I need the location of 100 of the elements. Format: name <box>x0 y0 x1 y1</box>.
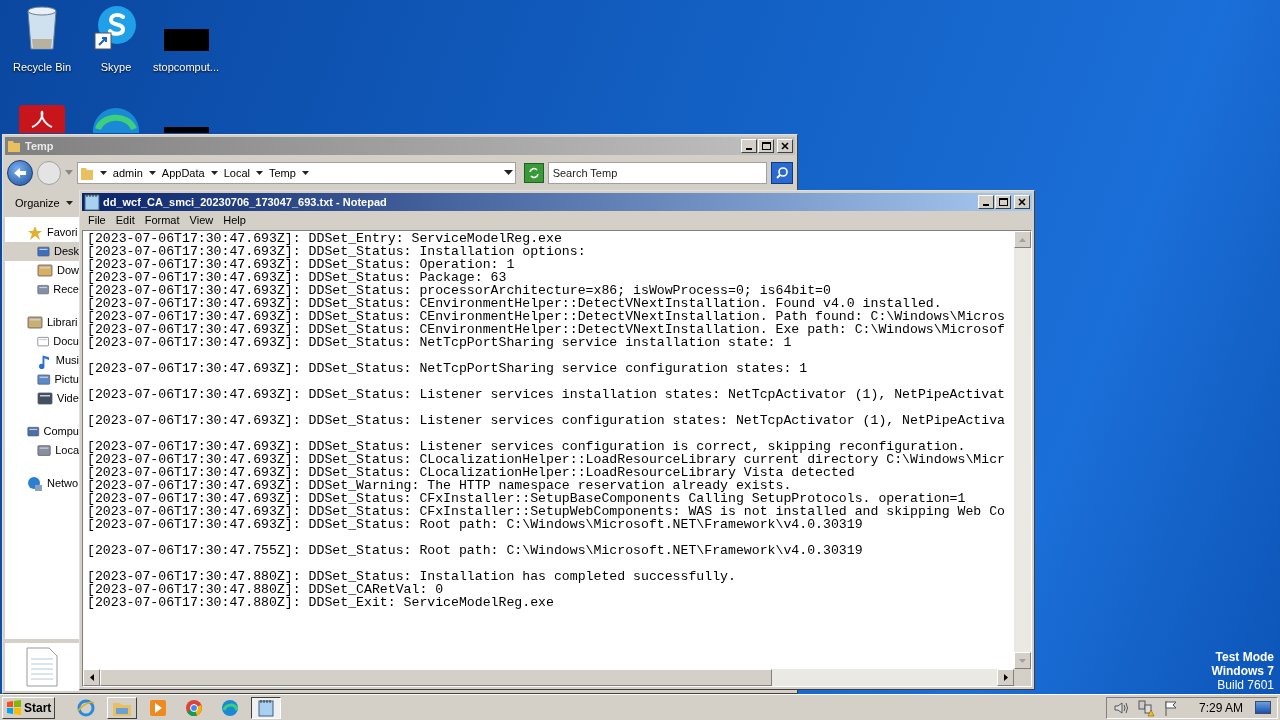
minimize-icon <box>983 204 989 206</box>
resize-grip[interactable] <box>1014 669 1031 686</box>
test-mode-text: Build 7601 <box>1217 678 1274 692</box>
dropdown-caret-icon[interactable] <box>503 170 513 176</box>
nav-group-item[interactable]: Librari <box>5 313 79 332</box>
show-desktop-button[interactable] <box>1255 701 1271 714</box>
menu-item[interactable]: Format <box>140 212 184 229</box>
nav-item[interactable]: Rece <box>5 280 79 299</box>
caret-icon[interactable] <box>255 170 263 176</box>
log-line: [2023-07-06T17:30:47.693Z]: DDSet_Status: CEnvironmentHelper::DetectVNextInstallation. Path found: C:\Windows\Micros <box>87 310 1006 323</box>
desktop-icon[interactable]: stopcomput... <box>150 5 222 75</box>
log-line: [2023-07-06T17:30:47.693Z]: DDSet_Status: Listener services installation states: NetTcpActivator (1), NetPipeActivat <box>87 388 1006 401</box>
log-line: [2023-07-06T17:30:47.693Z]: DDSet_Status: Listener services configuration states: NetTcpActivator (1), NetPipeActiva <box>87 414 1006 427</box>
speaker-icon[interactable] <box>1112 699 1129 716</box>
close-button[interactable] <box>1014 195 1030 209</box>
notepad-icon <box>258 698 275 717</box>
chrome-icon <box>185 698 204 717</box>
nav-group-item[interactable]: Compu <box>5 422 79 441</box>
log-line: [2023-07-06T17:30:47.693Z]: DDSet_Status: Listener services configuration is correct, skipping reconfiguration. <box>87 440 966 453</box>
caret-icon[interactable] <box>148 170 156 176</box>
log-line: [2023-07-06T17:30:47.693Z]: DDSet_Warning: The HTTP namespace reservation already exists. <box>87 479 793 492</box>
notepad-icon <box>84 193 100 211</box>
caret-icon[interactable] <box>99 170 107 176</box>
refresh-button[interactable] <box>523 163 544 183</box>
caret-icon[interactable] <box>301 170 309 176</box>
down-arrow-icon <box>1019 658 1026 663</box>
organize-menu[interactable]: Organize <box>15 194 73 212</box>
film-icon <box>37 390 53 407</box>
left-arrow-icon <box>89 674 94 681</box>
log-line: [2023-07-06T17:30:47.693Z]: DDSet_Status: Operation: 1 <box>87 258 516 271</box>
desktop-icon[interactable]: Recycle Bin <box>6 5 78 75</box>
left-arrow-icon <box>12 167 27 179</box>
maximize-button[interactable] <box>995 195 1011 209</box>
breadcrumb-item[interactable]: Temp <box>268 164 296 182</box>
close-button[interactable] <box>777 139 793 153</box>
thumbnail-icon <box>163 29 209 51</box>
minimize-button[interactable] <box>741 139 757 153</box>
recycle-bin-icon <box>24 5 60 51</box>
caret-icon[interactable] <box>210 170 218 176</box>
media-player-icon <box>149 698 168 717</box>
nav-item[interactable]: Vide <box>5 389 79 408</box>
log-line: [2023-07-06T17:30:47.693Z]: DDSet_Status: Root path: C:\Windows\Microsoft.NET\Framework\v4.0.30319 <box>87 518 864 531</box>
nav-group-item[interactable]: Favori <box>5 223 79 242</box>
nav-group-item[interactable]: Netwo <box>5 474 79 493</box>
start-button[interactable]: Start <box>2 696 56 719</box>
menu-item[interactable]: Edit <box>111 212 139 229</box>
log-line: [2023-07-06T17:30:47.755Z]: DDSet_Status: Root path: C:\Windows\Microsoft.NET\Framework\v4.0.30319 <box>87 544 864 557</box>
nav-item[interactable]: Musi <box>5 351 79 370</box>
nav-item[interactable]: Dow <box>5 261 79 280</box>
minimize-button[interactable] <box>978 195 994 209</box>
pdf-icon <box>19 105 65 133</box>
nav-item[interactable]: Desk <box>5 242 79 261</box>
edge-icon <box>221 698 240 717</box>
network-warning-icon[interactable] <box>1136 698 1155 717</box>
log-line: [2023-07-06T17:30:47.693Z]: DDSet_Status: CEnvironmentHelper::DetectVNextInstallation. Exe path: C:\Windows\Microsof <box>87 323 1006 336</box>
search-button[interactable] <box>771 162 793 184</box>
maximize-icon <box>998 198 1008 206</box>
log-line: [2023-07-06T17:30:47.880Z]: DDSet_Status: Installation has completed successfully. <box>87 570 737 583</box>
menu-item[interactable]: View <box>185 212 218 229</box>
desktop-icon[interactable]: Skype <box>80 5 152 75</box>
test-mode-text: Windows 7 <box>1211 664 1274 678</box>
flag-icon[interactable] <box>1162 699 1179 716</box>
nav-item[interactable]: Pictu <box>5 370 79 389</box>
log-line: [2023-07-06T17:30:47.693Z]: DDSet_Status: NetTcpPortSharing service installation state: 1 <box>87 336 793 349</box>
vertical-scrollbar[interactable] <box>1014 231 1031 669</box>
back-button[interactable] <box>7 160 33 186</box>
monitor-icon <box>37 243 50 260</box>
caret-icon <box>65 200 73 206</box>
scroll-right-button[interactable] <box>997 669 1014 686</box>
minimize-icon <box>746 148 752 150</box>
breadcrumb-item[interactable]: admin <box>112 164 143 182</box>
nav-item[interactable]: Loca <box>5 441 79 460</box>
scroll-down-button[interactable] <box>1014 652 1031 669</box>
menu-item[interactable]: File <box>84 212 110 229</box>
right-arrow-icon <box>1003 674 1008 681</box>
log-line: [2023-07-06T17:30:47.693Z]: DDSet_Status: CLocalizationHelper::LoadResourceLibrary current directory C:\Windows\Micr <box>87 453 1006 466</box>
skype-icon <box>93 5 139 51</box>
log-line: [2023-07-06T17:30:47.693Z]: DDSet_Status: NetTcpPortSharing service configuration states: 1 <box>87 362 809 375</box>
window-title: dd_wcf_CA_smci_20230706_173047_693.txt - Notepad <box>103 194 387 210</box>
maximize-button[interactable] <box>758 139 774 153</box>
menu-item[interactable]: Help <box>219 212 250 229</box>
search-field[interactable]: Search Temp <box>547 162 768 184</box>
address-bar[interactable]: admin AppData Local Temp <box>76 162 516 184</box>
downloads-folder-icon <box>37 262 53 279</box>
log-line: [2023-07-06T17:30:47.693Z]: DDSet_Status: CLocalizationHelper::LoadResourceLibrary Vista detected <box>87 466 855 479</box>
folder-icon <box>79 165 94 181</box>
scroll-up-button[interactable] <box>1014 231 1031 248</box>
breadcrumb-item[interactable]: Local <box>223 164 250 182</box>
breadcrumb-item[interactable]: AppData <box>161 164 205 182</box>
taskbar-button[interactable] <box>251 696 282 719</box>
clock[interactable]: 7:29 AM <box>1198 698 1243 717</box>
scroll-left-button[interactable] <box>83 669 100 686</box>
nav-item[interactable]: Docu <box>5 332 79 351</box>
scroll-thumb[interactable] <box>100 669 772 686</box>
drive-icon <box>37 442 52 459</box>
thumbnail-icon <box>163 127 209 133</box>
log-line: [2023-07-06T17:30:47.693Z]: DDSet_Status: CFxInstaller::SetupWebComponents: WAS is not installed and skipping Web Co <box>87 505 1006 518</box>
search-icon <box>775 166 790 180</box>
log-line: [2023-07-06T17:30:47.693Z]: DDSet_Status: Installation options: <box>87 245 587 258</box>
log-line: [2023-07-06T17:30:47.693Z]: DDSet_Status: processorArchitecture=x86; isWowProcess=0; is64bit=0 <box>87 284 832 297</box>
